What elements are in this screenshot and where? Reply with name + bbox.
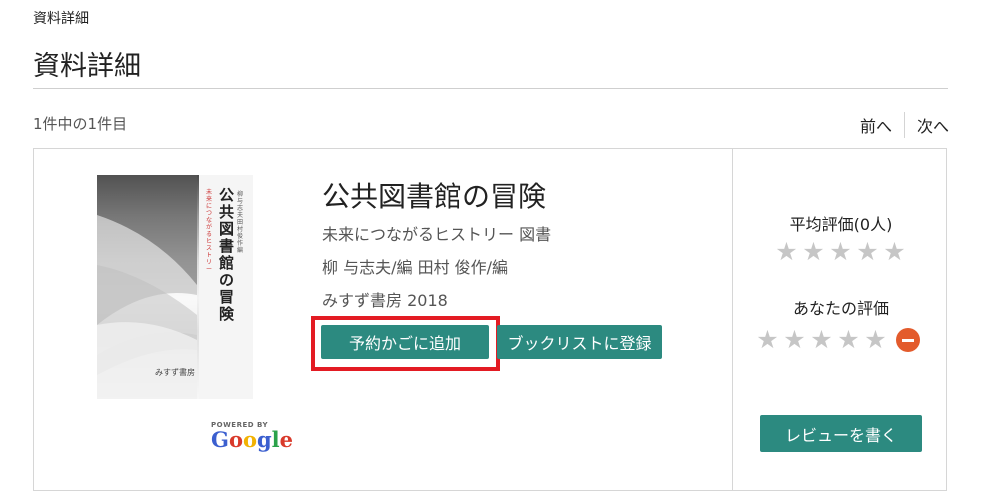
pager-separator <box>903 112 905 138</box>
book-title: 公共図書館の冒険 <box>322 180 547 213</box>
cover-publisher: みすず書房 <box>155 368 195 377</box>
write-review-button[interactable]: レビューを書く <box>760 415 922 452</box>
your-rating-star-icon[interactable]: ★ <box>808 327 835 353</box>
title-divider <box>33 88 948 89</box>
add-to-booklist-button[interactable]: ブックリストに登録 <box>497 325 662 359</box>
average-rating-star-icon: ★ <box>829 237 852 266</box>
google-logo: Google <box>211 429 293 451</box>
google-logo-letter: G <box>211 427 229 452</box>
google-logo-letter: o <box>228 427 243 452</box>
prev-link[interactable]: 前へ <box>860 113 892 137</box>
your-rating-stars[interactable]: ★ ★ ★ ★ ★ <box>754 327 889 353</box>
powered-by-google[interactable]: POWERED BY Google <box>211 421 293 451</box>
page-title: 資料詳細 <box>33 51 141 82</box>
your-rating-star-icon[interactable]: ★ <box>862 327 889 353</box>
book-publisher-year: みすず書房 2018 <box>322 291 448 310</box>
cover-editors: 柳与志夫 田村俊作 編 <box>237 191 244 254</box>
average-rating-label: 平均評価(0人) <box>789 215 893 234</box>
book-authors: 柳 与志夫∕編 田村 俊作∕編 <box>322 258 509 277</box>
your-rating-label: あなたの評価 <box>792 299 889 318</box>
average-rating-star-icon: ★ <box>883 237 906 266</box>
your-rating-star-icon[interactable]: ★ <box>835 327 862 353</box>
breadcrumb: 資料詳細 <box>33 11 89 27</box>
your-rating-star-icon[interactable]: ★ <box>781 327 808 353</box>
google-logo-letter: o <box>242 427 257 452</box>
book-cover[interactable]: 公共図書館の冒険 未来につながるヒストリー 柳与志夫 田村俊作 編 みすず書房 <box>97 175 253 399</box>
pager: 前へ 次へ <box>860 112 949 138</box>
average-rating-star-icon: ★ <box>856 237 879 266</box>
google-logo-letter: l <box>271 427 280 452</box>
average-rating-star-icon: ★ <box>802 237 825 266</box>
cover-title: 公共図書館の冒険 <box>219 186 235 323</box>
record-panel: 公共図書館の冒険 未来につながるヒストリー 柳与志夫 田村俊作 編 みすず書房 … <box>33 148 947 491</box>
google-logo-letter: g <box>256 427 272 452</box>
cover-subtitle: 未来につながるヒストリー <box>206 189 213 273</box>
panel-divider <box>732 149 733 490</box>
result-count: 1件中の1件目 <box>33 115 128 133</box>
add-to-reservation-cart-button[interactable]: 予約かごに追加 <box>321 325 489 359</box>
average-rating-star-icon: ★ <box>775 237 798 266</box>
average-rating-stars: ★ ★ ★ ★ ★ <box>773 239 908 265</box>
your-rating-star-icon[interactable]: ★ <box>754 327 781 353</box>
clear-rating-icon[interactable] <box>896 328 920 352</box>
book-subtitle: 未来につながるヒストリー 図書 <box>322 225 552 244</box>
next-link[interactable]: 次へ <box>917 113 949 137</box>
google-logo-letter: e <box>279 427 294 452</box>
